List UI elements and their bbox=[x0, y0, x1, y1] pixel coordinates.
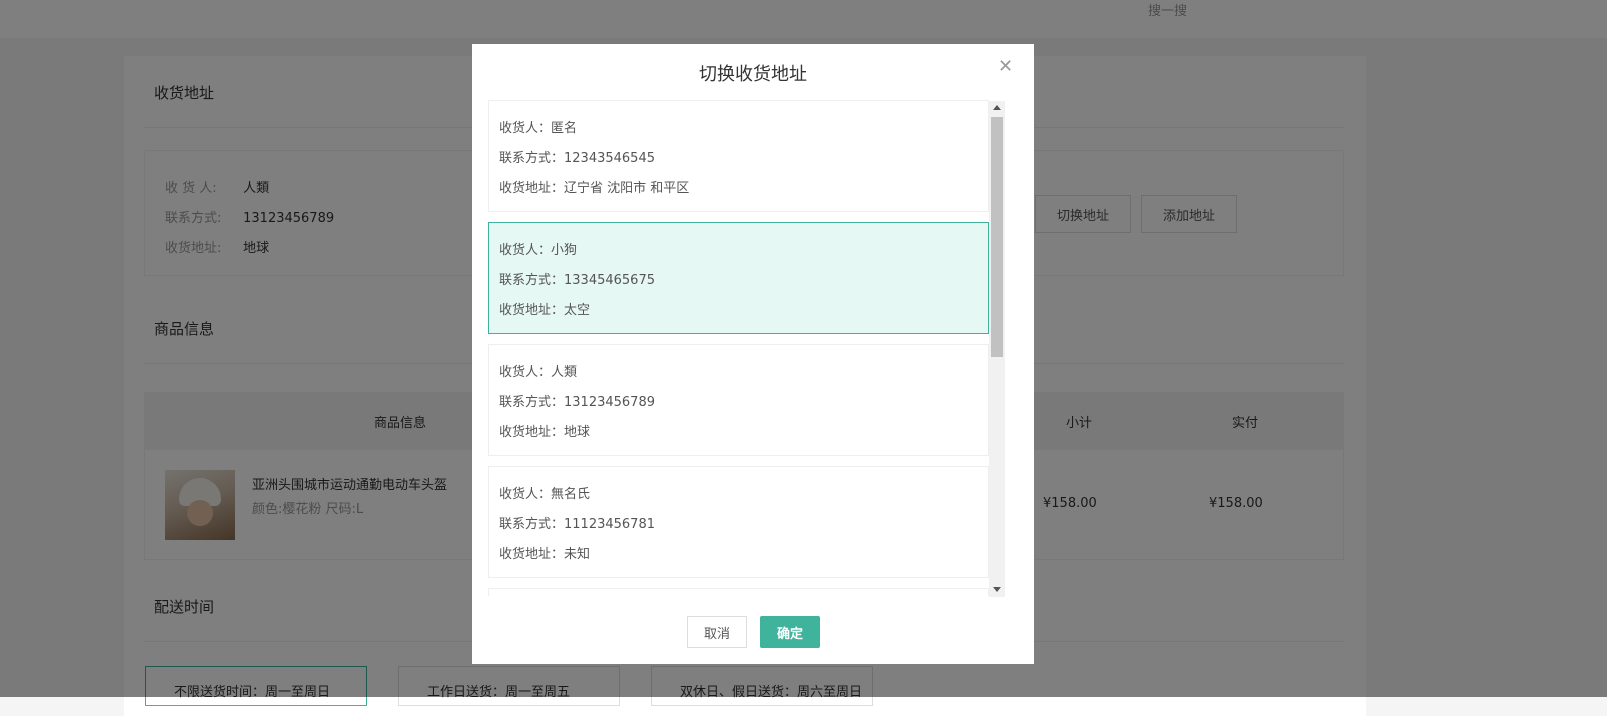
card-consignee: 收货人：無名氏 bbox=[499, 487, 591, 502]
card-phone: 联系方式：12343546545 bbox=[499, 151, 655, 166]
scroll-down-icon[interactable] bbox=[993, 587, 1001, 592]
card-consignee: 收货人：匿名 bbox=[499, 121, 578, 136]
card-address: 收货地址：太空 bbox=[499, 303, 591, 318]
address-list-scrollbar[interactable] bbox=[989, 101, 1005, 597]
cancel-button[interactable]: 取消 bbox=[687, 616, 747, 648]
address-list: 收货人：匿名 联系方式：12343546545 收货地址：辽宁省 沈阳市 和平区… bbox=[488, 100, 989, 596]
scroll-up-icon[interactable] bbox=[993, 105, 1001, 110]
switch-address-dialog: 切换收货地址 ✕ 收货人：匿名 联系方式：12343546545 收货地址：辽宁… bbox=[472, 44, 1034, 664]
card-address: 收货地址：辽宁省 沈阳市 和平区 bbox=[499, 181, 690, 196]
confirm-button[interactable]: 确定 bbox=[760, 616, 820, 648]
card-phone: 联系方式：11123456781 bbox=[499, 517, 655, 532]
close-icon[interactable]: ✕ bbox=[998, 56, 1013, 77]
dialog-title: 切换收货地址 bbox=[699, 64, 807, 85]
card-phone: 联系方式：13345465675 bbox=[499, 273, 655, 288]
card-phone: 联系方式：13123456789 bbox=[499, 395, 655, 410]
card-consignee: 收货人：小狗 bbox=[499, 243, 578, 258]
address-card[interactable]: 收货人：無名氏 联系方式：11123456781 收货地址：未知 bbox=[488, 466, 989, 578]
card-address: 收货地址：地球 bbox=[499, 425, 591, 440]
address-card[interactable]: 收货人：人類 联系方式：13123456789 收货地址：地球 bbox=[488, 344, 989, 456]
address-card-selected[interactable]: 收货人：小狗 联系方式：13345465675 收货地址：太空 bbox=[488, 222, 989, 334]
address-card[interactable] bbox=[488, 588, 989, 596]
card-address: 收货地址：未知 bbox=[499, 547, 591, 562]
scrollbar-thumb[interactable] bbox=[991, 117, 1003, 357]
address-card[interactable]: 收货人：匿名 联系方式：12343546545 收货地址：辽宁省 沈阳市 和平区 bbox=[488, 100, 989, 212]
card-consignee: 收货人：人類 bbox=[499, 365, 578, 380]
